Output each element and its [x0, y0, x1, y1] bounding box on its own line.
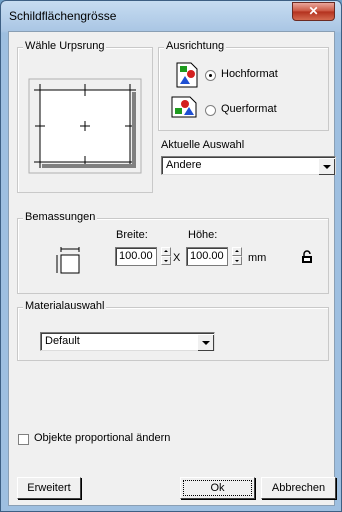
- landscape-radio[interactable]: [205, 105, 216, 116]
- window-title: Schildflächengrösse: [9, 9, 117, 23]
- current-selection-label: Aktuelle Auswahl: [161, 139, 245, 151]
- spin-down-icon[interactable]: [232, 256, 242, 265]
- dimensions-icon: [56, 247, 80, 274]
- width-label: Breite:: [116, 229, 148, 241]
- spin-down-icon[interactable]: [161, 256, 171, 265]
- material-group: Materialauswahl Default: [17, 300, 329, 361]
- dialog-window: Schildflächengrösse ✕ Wähle Urpsrung Aus…: [0, 0, 342, 512]
- dialog-body: Wähle Urpsrung Ausrichtung Hochformat Qu…: [8, 31, 336, 506]
- chevron-down-icon[interactable]: [318, 158, 334, 174]
- close-button[interactable]: ✕: [292, 2, 335, 21]
- landscape-label[interactable]: Querformat: [221, 103, 277, 115]
- orientation-group: Ausrichtung Hochformat Querformat: [158, 40, 329, 131]
- portrait-icon: [176, 62, 198, 88]
- origin-group: Wähle Urpsrung: [17, 40, 153, 193]
- width-input[interactable]: 100.00: [115, 247, 157, 266]
- advanced-button[interactable]: Erweitert: [17, 477, 81, 499]
- spin-up-icon[interactable]: [161, 247, 171, 256]
- origin-selector[interactable]: [28, 78, 142, 174]
- height-label: Höhe:: [188, 229, 218, 241]
- portrait-label[interactable]: Hochformat: [221, 68, 278, 80]
- dimensions-group-title: Bemassungen: [23, 211, 98, 223]
- dimensions-group: Bemassungen Breite: Höhe: 100.00 X 100.0…: [17, 211, 329, 294]
- chevron-down-icon[interactable]: [197, 334, 213, 350]
- current-selection-dropdown[interactable]: Andere: [161, 156, 336, 175]
- height-spinner[interactable]: [232, 247, 242, 266]
- spin-up-icon[interactable]: [232, 247, 242, 256]
- portrait-radio[interactable]: [205, 70, 216, 81]
- height-input[interactable]: 100.00: [186, 247, 228, 266]
- cancel-button[interactable]: Abbrechen: [261, 477, 336, 499]
- material-dropdown[interactable]: Default: [40, 332, 215, 351]
- orientation-group-title: Ausrichtung: [164, 40, 227, 52]
- times-sign: X: [173, 252, 181, 264]
- close-icon: ✕: [308, 4, 319, 18]
- current-selection-value: Andere: [166, 159, 202, 171]
- material-group-title: Materialauswahl: [23, 300, 107, 312]
- origin-group-title: Wähle Urpsrung: [23, 40, 107, 52]
- lock-icon[interactable]: [301, 250, 313, 264]
- width-spinner[interactable]: [161, 247, 171, 266]
- ok-button[interactable]: Ok: [180, 477, 255, 499]
- landscape-icon: [171, 96, 197, 118]
- material-value: Default: [45, 335, 80, 347]
- title-bar[interactable]: Schildflächengrösse ✕: [1, 1, 341, 31]
- proportional-label[interactable]: Objekte proportional ändern: [34, 432, 170, 444]
- proportional-checkbox[interactable]: [18, 434, 29, 445]
- unit-label: mm: [248, 252, 267, 264]
